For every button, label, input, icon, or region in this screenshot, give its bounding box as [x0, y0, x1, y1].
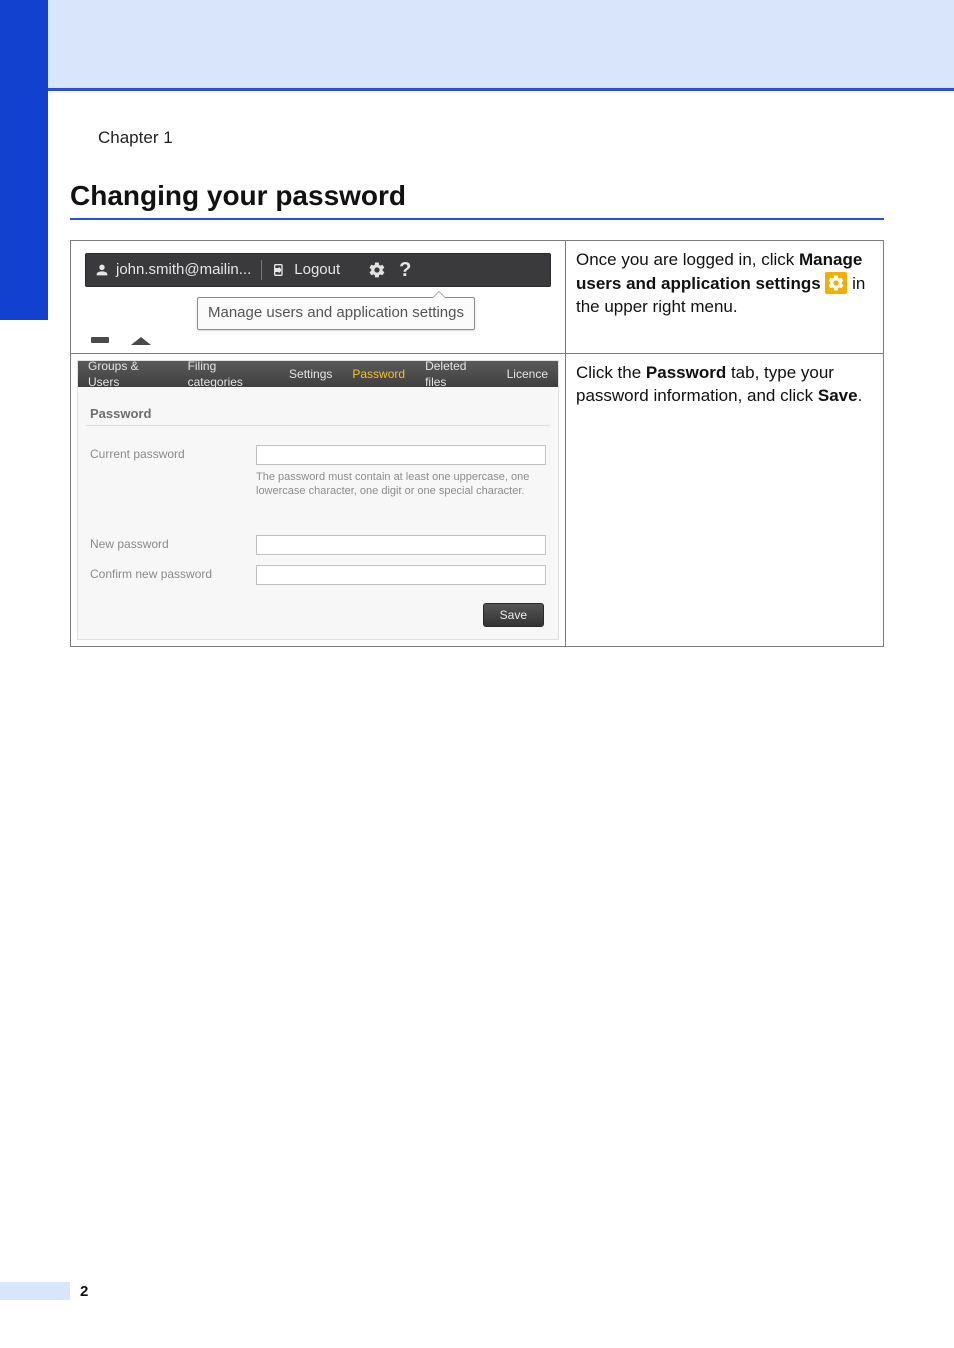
- footer-accent-bar: [0, 1282, 70, 1300]
- settings-tabs-bar: Groups & Users Filing categories Setting…: [78, 361, 558, 387]
- tab-deleted-files[interactable]: Deleted files: [415, 361, 497, 387]
- new-password-input[interactable]: [256, 535, 546, 555]
- row1-screenshot-cell: john.smith@mailin... Logout ? Manage use…: [71, 241, 566, 354]
- tab-settings[interactable]: Settings: [279, 361, 342, 387]
- panel-divider: [86, 425, 550, 426]
- ui-fragment: [91, 337, 109, 343]
- row2-instruction-cell: Click the Password tab, type your passwo…: [566, 354, 884, 647]
- page-left-accent-bar: [0, 0, 48, 320]
- gear-tooltip: Manage users and application settings: [197, 297, 475, 330]
- toolbar-logout-text[interactable]: Logout: [294, 260, 340, 280]
- tab-filing-categories[interactable]: Filing categories: [178, 361, 279, 387]
- current-password-input[interactable]: [256, 445, 546, 465]
- form-row-confirm-password: Confirm new password: [90, 563, 546, 586]
- tab-licence[interactable]: Licence: [497, 361, 558, 387]
- cropped-ui-fragments: [91, 337, 151, 345]
- instruction-bold: Password: [646, 363, 726, 382]
- form-row-current-password: Current password The password must conta…: [90, 443, 546, 499]
- confirm-password-input[interactable]: [256, 565, 546, 585]
- app-toolbar: john.smith@mailin... Logout ?: [85, 253, 551, 287]
- page-top-rule: [0, 88, 954, 91]
- label-new-password: New password: [90, 533, 250, 552]
- panel-title: Password: [90, 405, 151, 423]
- table-row: john.smith@mailin... Logout ? Manage use…: [71, 241, 884, 354]
- section-title-underline: [70, 218, 884, 220]
- instruction-text: Click the: [576, 363, 646, 382]
- gear-icon: [825, 272, 847, 294]
- screenshot-toolbar-area: john.smith@mailin... Logout ? Manage use…: [77, 247, 559, 347]
- help-icon[interactable]: ?: [396, 261, 414, 279]
- tab-password[interactable]: Password: [342, 361, 415, 387]
- chapter-label: Chapter 1: [98, 128, 173, 148]
- toolbar-user-text: john.smith@mailin...: [116, 260, 251, 280]
- form-row-new-password: New password: [90, 533, 546, 556]
- user-icon: [94, 262, 110, 278]
- screenshot-password-panel: Groups & Users Filing categories Setting…: [77, 360, 559, 640]
- section-title: Changing your password: [70, 180, 406, 212]
- toolbar-divider: [261, 260, 262, 280]
- label-confirm-password: Confirm new password: [90, 563, 250, 582]
- gear-icon[interactable]: [368, 261, 386, 279]
- page-number: 2: [80, 1283, 88, 1300]
- label-current-password: Current password: [90, 443, 250, 462]
- tab-groups-users[interactable]: Groups & Users: [78, 361, 178, 387]
- instruction-text: .: [858, 386, 863, 405]
- save-button[interactable]: Save: [483, 603, 544, 627]
- instruction-bold: Save: [818, 386, 858, 405]
- ui-fragment: [131, 337, 151, 345]
- table-row: Groups & Users Filing categories Setting…: [71, 354, 884, 647]
- instruction-text: Once you are logged in, click: [576, 250, 799, 269]
- instruction-table: john.smith@mailin... Logout ? Manage use…: [70, 240, 884, 647]
- page-top-band: [0, 0, 954, 90]
- row1-instruction-cell: Once you are logged in, click Manage use…: [566, 241, 884, 354]
- row2-screenshot-cell: Groups & Users Filing categories Setting…: [71, 354, 566, 647]
- password-hint-text: The password must contain at least one u…: [256, 470, 546, 499]
- logout-icon: [272, 262, 288, 278]
